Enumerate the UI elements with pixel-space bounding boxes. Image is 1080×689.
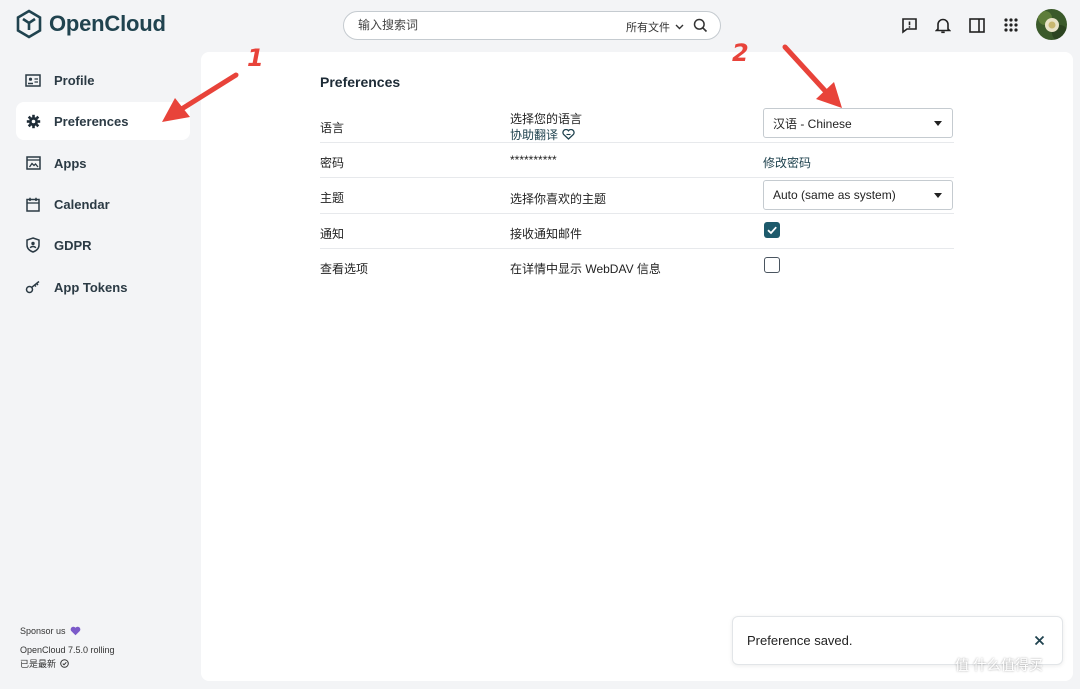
annotation-number-2: 2	[732, 39, 749, 67]
watermark-text: 值 什么值得买	[955, 657, 1043, 673]
arrow-2	[782, 44, 842, 108]
annotation-number-1: 1	[247, 44, 264, 72]
watermark: 值 什么值得买	[955, 655, 1043, 675]
arrow-1	[162, 72, 239, 122]
annotation-overlay	[162, 44, 842, 122]
